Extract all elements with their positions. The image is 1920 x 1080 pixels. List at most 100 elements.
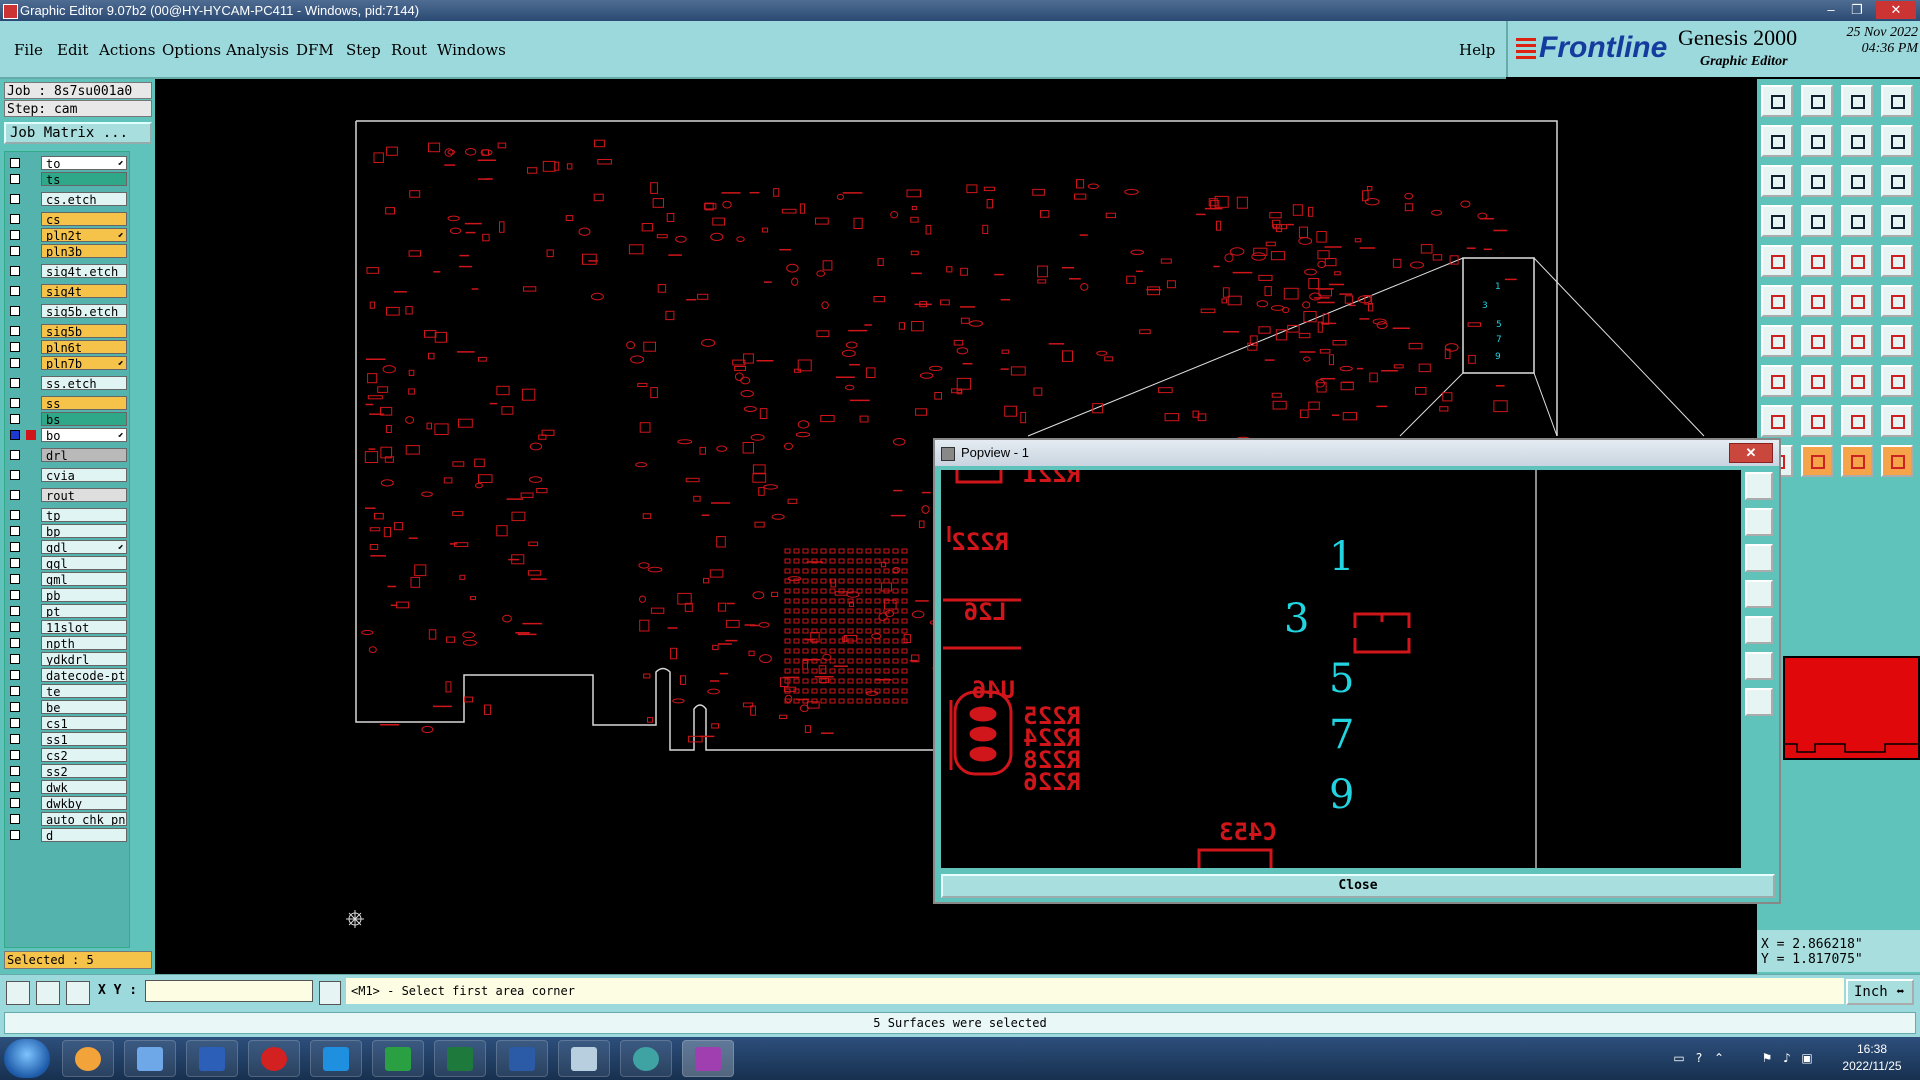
layer-row-dwkby[interactable]: dwkby <box>5 796 129 811</box>
layer-name[interactable]: ydkdrl <box>41 652 127 666</box>
layer-checkbox[interactable] <box>10 622 20 632</box>
layer-checkbox[interactable] <box>10 798 20 808</box>
layer-name[interactable]: drl <box>41 448 127 462</box>
tool-drag-icon[interactable] <box>1881 285 1913 317</box>
layer-checkbox[interactable] <box>10 814 20 824</box>
layer-checkbox[interactable] <box>10 670 20 680</box>
layer-name[interactable]: pln7b ⬋ <box>41 356 127 370</box>
tool-rotate-icon[interactable] <box>1841 325 1873 357</box>
window-close-button[interactable]: ✕ <box>1876 1 1916 19</box>
menu-help[interactable]: Help <box>1459 41 1495 59</box>
layer-row-cs.etch[interactable]: cs.etch <box>5 192 129 207</box>
layer-name[interactable]: to ⬋ <box>41 156 127 170</box>
tool-hook-icon[interactable] <box>1841 125 1873 157</box>
layer-checkbox[interactable] <box>10 326 20 336</box>
layer-row-ss.etch[interactable]: ss.etch <box>5 376 129 391</box>
layer-checkbox[interactable] <box>10 194 20 204</box>
tool-dash-icon[interactable] <box>1801 365 1833 397</box>
tool-cursor-icon[interactable] <box>1881 445 1913 477</box>
tool-house-icon[interactable] <box>1841 85 1873 117</box>
snap-icon[interactable] <box>6 981 30 1005</box>
layer-name[interactable]: auto_chk_pnl <box>41 812 127 826</box>
popview-pan-up-icon[interactable] <box>1745 508 1773 536</box>
layer-name[interactable]: pln3b <box>41 244 127 258</box>
layer-name[interactable]: pb <box>41 588 127 602</box>
layer-checkbox[interactable] <box>10 214 20 224</box>
layer-row-ydkdrl[interactable]: ydkdrl <box>5 652 129 667</box>
layer-name[interactable]: ts <box>41 172 127 186</box>
layer-row-pb[interactable]: pb <box>5 588 129 603</box>
popview-pan-down-icon[interactable] <box>1745 544 1773 572</box>
tool-move-icon[interactable] <box>1801 165 1833 197</box>
taskbar-genesis-icon[interactable] <box>248 1040 300 1077</box>
layer-name[interactable]: sig5b <box>41 324 127 338</box>
taskbar-paper-icon[interactable] <box>558 1040 610 1077</box>
layer-row-cs[interactable]: cs <box>5 212 129 227</box>
unit-selector[interactable]: Inch ⬌ <box>1846 979 1914 1005</box>
taskbar-eye-icon[interactable] <box>620 1040 672 1077</box>
menu-options[interactable]: Options <box>162 41 221 59</box>
layer-row-gdl[interactable]: gdl ⬋ <box>5 540 129 555</box>
tool-dot-icon[interactable] <box>1881 245 1913 277</box>
layer-name[interactable]: cs.etch <box>41 192 127 206</box>
menu-step[interactable]: Step <box>346 41 381 59</box>
layer-row-cs1[interactable]: cs1 <box>5 716 129 731</box>
layer-row-pln7b[interactable]: pln7b ⬋ <box>5 356 129 371</box>
layer-name[interactable]: bp <box>41 524 127 538</box>
layer-name[interactable]: d <box>41 828 127 842</box>
layer-name[interactable]: gml <box>41 572 127 586</box>
layer-row-ggl[interactable]: ggl <box>5 556 129 571</box>
layer-row-gml[interactable]: gml <box>5 572 129 587</box>
tool-node-icon[interactable] <box>1761 285 1793 317</box>
layer-checkbox[interactable] <box>10 230 20 240</box>
tool-fit-icon[interactable] <box>1761 165 1793 197</box>
layer-checkbox[interactable] <box>10 718 20 728</box>
tool-corner-icon[interactable] <box>1881 405 1913 437</box>
layer-name[interactable]: dwkby <box>41 796 127 810</box>
job-matrix-button[interactable]: Job Matrix ... <box>4 122 152 144</box>
layer-checkbox[interactable] <box>10 414 20 424</box>
layer-checkbox[interactable] <box>10 526 20 536</box>
layer-checkbox[interactable] <box>10 246 20 256</box>
layer-name[interactable]: pln2t ⬋ <box>41 228 127 242</box>
layer-name[interactable]: bo ⬋ <box>41 428 127 442</box>
layer-checkbox[interactable] <box>10 378 20 388</box>
layer-row-d[interactable]: d <box>5 828 129 843</box>
layer-row-pln6t[interactable]: pln6t <box>5 340 129 355</box>
layer-checkbox[interactable] <box>10 702 20 712</box>
layer-row-npth[interactable]: npth <box>5 636 129 651</box>
layer-name[interactable]: ggl <box>41 556 127 570</box>
tool-right-icon[interactable] <box>1801 125 1833 157</box>
tool-home-icon[interactable] <box>1761 85 1793 117</box>
tool-grid-icon[interactable] <box>1841 205 1873 237</box>
layer-row-ss1[interactable]: ss1 <box>5 732 129 747</box>
layer-name[interactable]: pln6t <box>41 340 127 354</box>
layer-row-11slot[interactable]: 11slot <box>5 620 129 635</box>
tray-help-icon[interactable]: ? <box>1692 1051 1706 1065</box>
menu-rout[interactable]: Rout <box>391 41 427 59</box>
tool-line-icon[interactable] <box>1761 325 1793 357</box>
tray-arrow-icon[interactable]: ⌃ <box>1712 1051 1726 1065</box>
tool-flip-icon[interactable] <box>1881 325 1913 357</box>
layer-checkbox[interactable] <box>10 558 20 568</box>
menu-actions[interactable]: Actions <box>99 41 155 59</box>
tool-swap-icon[interactable] <box>1841 285 1873 317</box>
tool-pin-icon[interactable] <box>1801 205 1833 237</box>
layer-name[interactable]: npth <box>41 636 127 650</box>
layer-row-be[interactable]: be <box>5 700 129 715</box>
layer-name[interactable]: 11slot <box>41 620 127 634</box>
popview-close-button[interactable]: Close <box>941 874 1775 898</box>
layer-name[interactable]: cs <box>41 212 127 226</box>
layer-checkbox[interactable] <box>10 766 20 776</box>
layer-name[interactable]: gdl ⬋ <box>41 540 127 554</box>
tool-ratio-icon[interactable] <box>1841 165 1873 197</box>
layer-name[interactable]: dwk <box>41 780 127 794</box>
layer-row-ts[interactable]: ts <box>5 172 129 187</box>
tray-flag-icon[interactable]: ⚑ <box>1760 1051 1774 1065</box>
layer-checkbox[interactable] <box>10 398 20 408</box>
taskbar-shell-icon[interactable] <box>62 1040 114 1077</box>
grid-icon[interactable] <box>66 981 90 1005</box>
layer-name[interactable]: te <box>41 684 127 698</box>
layer-name[interactable]: tp <box>41 508 127 522</box>
tray-network-icon[interactable]: ▭ <box>1672 1051 1686 1065</box>
